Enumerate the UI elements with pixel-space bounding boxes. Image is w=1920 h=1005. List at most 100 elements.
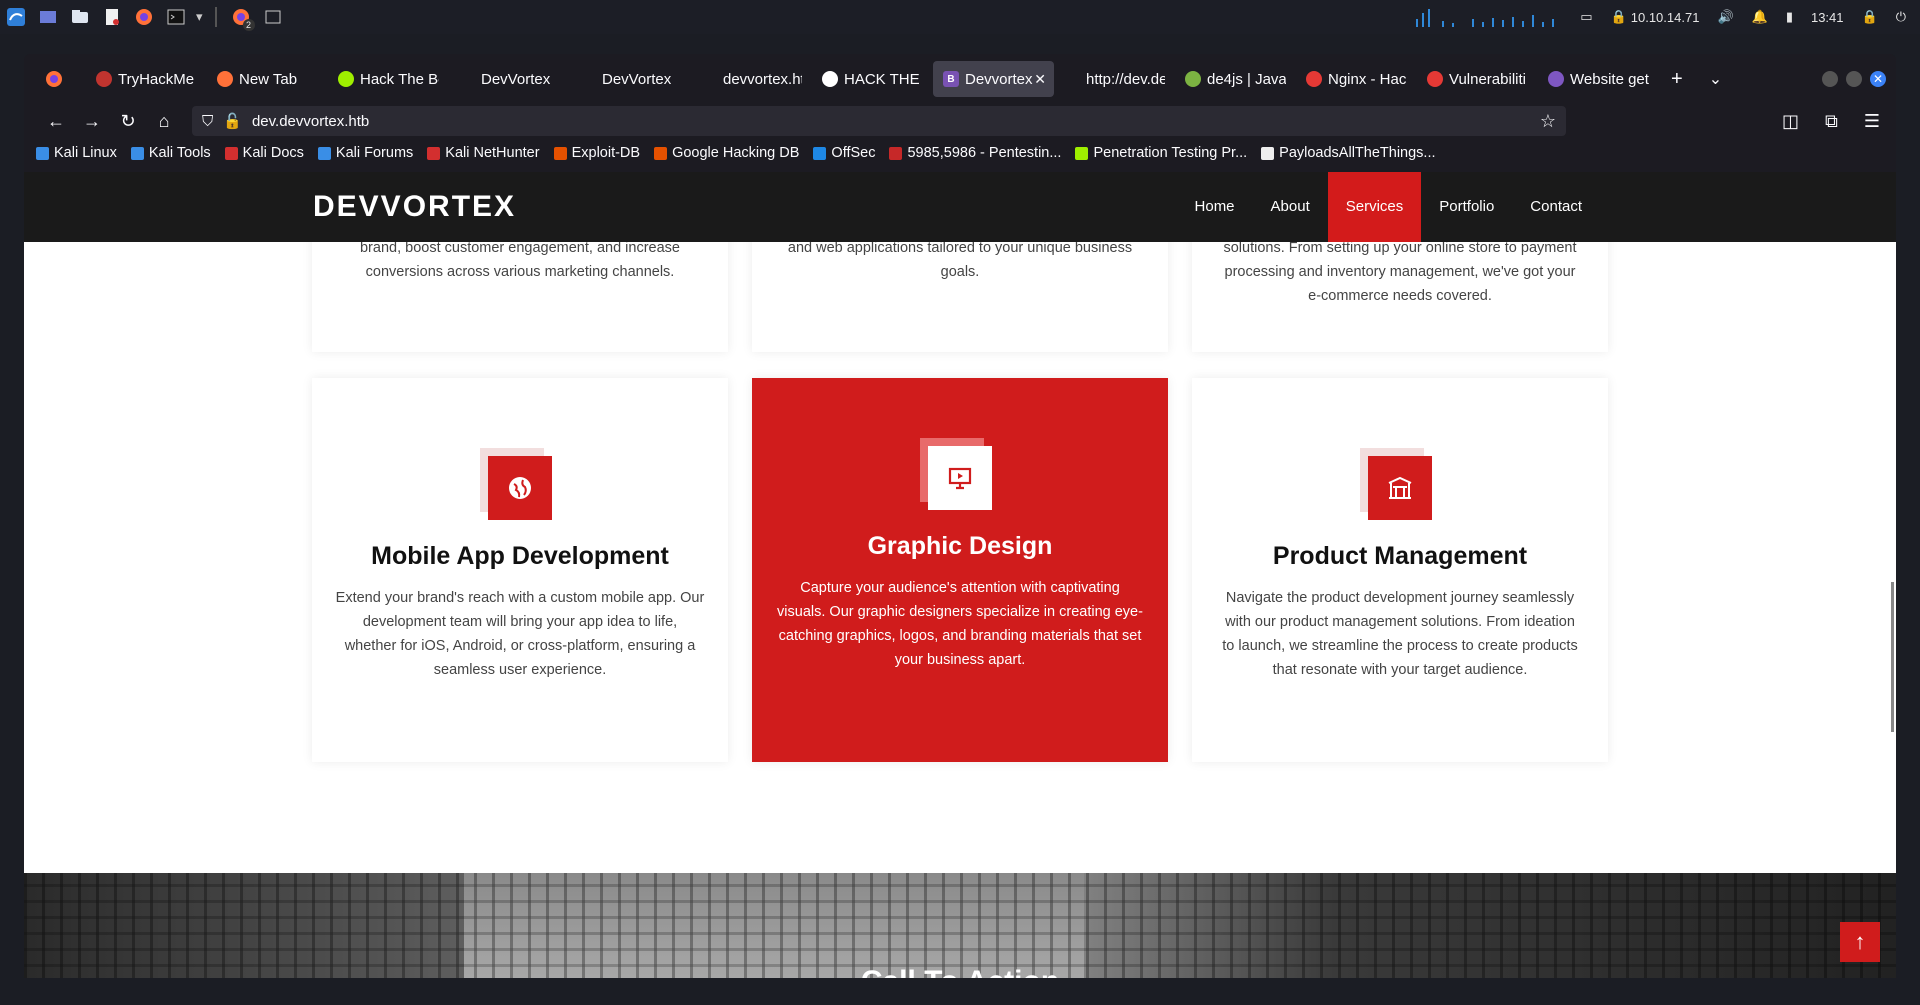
minimize-button[interactable] (1822, 71, 1838, 87)
tab-label: Nginx - Hack (1328, 70, 1407, 88)
workspace-icon[interactable] (36, 5, 60, 29)
service-icon-box (920, 438, 992, 510)
terminal-taskbar-icon[interactable] (261, 5, 285, 29)
browser-tab[interactable]: Vulnerabiliti (1417, 61, 1538, 97)
lock-icon: 🔒 (1610, 9, 1627, 24)
forward-arrow-icon[interactable]: → (74, 111, 110, 132)
scroll-to-top-button[interactable]: ↑ (1840, 922, 1880, 962)
bookmark-item[interactable]: Kali Linux (36, 145, 117, 161)
browser-tab[interactable]: New Tab (207, 61, 328, 97)
browser-tab[interactable]: Hack The Bo (328, 61, 449, 97)
nav-link-contact[interactable]: Contact (1512, 172, 1600, 242)
browser-tab[interactable]: Website get (1538, 61, 1659, 97)
page-scrollbar[interactable] (1891, 582, 1894, 732)
bookmark-item[interactable]: Kali Docs (224, 145, 304, 161)
text-line: catching graphics, logos, and branding m… (778, 628, 1142, 644)
clock[interactable]: 13:41 (1811, 10, 1844, 25)
tab-label: Hack The Bo (360, 70, 439, 88)
building-icon (1388, 476, 1412, 499)
bookmark-favicon-icon (36, 146, 49, 160)
file-manager-icon[interactable] (68, 5, 92, 29)
close-window-button[interactable]: ✕ (1870, 71, 1886, 87)
browser-tab[interactable]: DevVortex (449, 61, 570, 97)
bookmark-label: OffSec (831, 145, 876, 161)
nav-link-home[interactable]: Home (1177, 172, 1253, 242)
pocket-icon[interactable]: ◫ (1782, 111, 1799, 132)
padlock-icon[interactable]: 🔓 (223, 112, 242, 130)
nav-link-services[interactable]: Services (1327, 172, 1422, 242)
firefox-taskbar-icon[interactable]: 2 (229, 5, 255, 31)
new-tab-button[interactable]: + (1671, 68, 1683, 91)
reload-icon[interactable]: ↻ (110, 111, 146, 132)
tab-favicon-icon (822, 71, 838, 87)
browser-tab[interactable]: http://dev.devv (1054, 61, 1175, 97)
extensions-icon[interactable]: ⧉ (1825, 111, 1838, 132)
firefox-view-icon[interactable] (42, 67, 66, 91)
terminal-launcher-icon[interactable] (164, 5, 188, 29)
bookmark-favicon-icon (130, 146, 144, 160)
lock-screen-icon[interactable]: 🔒 (1862, 9, 1878, 25)
cta-heading: Call To Action (24, 965, 1896, 978)
bookmark-item[interactable]: Kali NetHunter (427, 145, 540, 161)
bookmark-label: Exploit-DB (571, 145, 641, 161)
nav-link-about[interactable]: About (1253, 172, 1328, 242)
bookmark-item[interactable]: Google Hacking DB (654, 145, 799, 161)
back-arrow-icon[interactable]: ← (38, 111, 74, 132)
site-logo[interactable]: DEVVORTEX (313, 190, 516, 224)
browser-tab[interactable]: devvortex.htb/js (691, 61, 812, 97)
text-line: e-commerce needs covered. (1308, 288, 1492, 304)
bookmark-item[interactable]: OffSec (813, 145, 875, 161)
nav-toolbar: ← → ↻ ⌂ ⛉ 🔓 dev.devvortex.htb ☆ ◫ ⧉ ☰ (24, 104, 1896, 138)
vpn-indicator[interactable]: 🔒 10.10.14.71 (1611, 9, 1700, 25)
tab-favicon-icon: B (943, 71, 959, 87)
tab-favicon-icon (1306, 71, 1322, 87)
tab-favicon-icon (338, 71, 354, 87)
nav-link-portfolio[interactable]: Portfolio (1421, 172, 1512, 242)
service-card-product-management: Product Management Navigate the product … (1192, 378, 1608, 762)
site-nav: Home About Services Portfolio Contact (1177, 172, 1600, 242)
bookmark-item[interactable]: Kali Forums (317, 145, 413, 161)
service-title: Product Management (1272, 542, 1528, 570)
bookmark-item[interactable]: Exploit-DB (553, 145, 641, 161)
bookmark-item[interactable]: Kali Tools (130, 145, 211, 161)
browser-tab[interactable]: de4js | JavaS (1175, 61, 1296, 97)
text-line: that resonate with your target audience. (1272, 662, 1528, 678)
bookmark-item[interactable]: Penetration Testing Pr... (1075, 145, 1247, 161)
service-icon-box (480, 448, 552, 520)
firefox-launcher-icon[interactable] (132, 5, 156, 29)
volume-icon[interactable]: 🔊 (1717, 9, 1733, 25)
hamburger-menu-icon[interactable]: ☰ (1864, 111, 1880, 132)
bookmark-star-icon[interactable]: ☆ (1540, 111, 1556, 132)
browser-tab[interactable]: B Devvortex ✕ (933, 61, 1054, 97)
bookmark-item[interactable]: PayloadsAllTheThings... (1261, 145, 1436, 161)
browser-tab[interactable]: DevVortex (570, 61, 691, 97)
tab-label: devvortex.htb/js (723, 70, 802, 88)
battery-icon[interactable]: ▮ (1786, 9, 1793, 25)
kali-menu-icon[interactable] (4, 5, 28, 29)
tab-label: HACK THE B (844, 70, 923, 88)
list-all-tabs-chevron-icon[interactable]: ⌄ (1709, 69, 1722, 89)
display-icon[interactable]: ▭ (1580, 9, 1592, 25)
notification-bell-icon[interactable]: 🔔 (1752, 9, 1768, 25)
browser-tab[interactable]: HACK THE B (812, 61, 933, 97)
text-editor-icon[interactable] (100, 5, 124, 29)
launcher-menu-chevron-icon[interactable]: ▾ (196, 9, 203, 25)
text-line: goals. (940, 264, 980, 280)
browser-tab[interactable]: Nginx - Hack (1296, 61, 1417, 97)
service-icon-box (1360, 448, 1432, 520)
browser-tab[interactable]: TryHackMe (86, 61, 207, 97)
call-to-action-section: Call To Action (24, 873, 1896, 978)
power-icon[interactable]: ⏻ (1896, 9, 1906, 25)
bookmark-label: Kali Linux (54, 145, 117, 161)
bookmark-item[interactable]: 5985,5986 - Pentestin... (889, 145, 1061, 161)
network-graph (1412, 7, 1562, 27)
shield-icon[interactable]: ⛉ (202, 113, 213, 130)
url-bar[interactable]: ⛉ 🔓 dev.devvortex.htb ☆ (192, 106, 1566, 136)
tab-favicon-icon (701, 71, 717, 87)
arrow-up-icon: ↑ (1854, 929, 1866, 954)
url-text[interactable]: dev.devvortex.htb (252, 113, 369, 130)
close-tab-icon[interactable]: ✕ (1034, 71, 1046, 88)
maximize-button[interactable] (1846, 71, 1862, 87)
home-icon[interactable]: ⌂ (146, 111, 182, 132)
firefox-window: TryHackMe New Tab Hack The Bo DevVortex DevV… (24, 54, 1896, 978)
